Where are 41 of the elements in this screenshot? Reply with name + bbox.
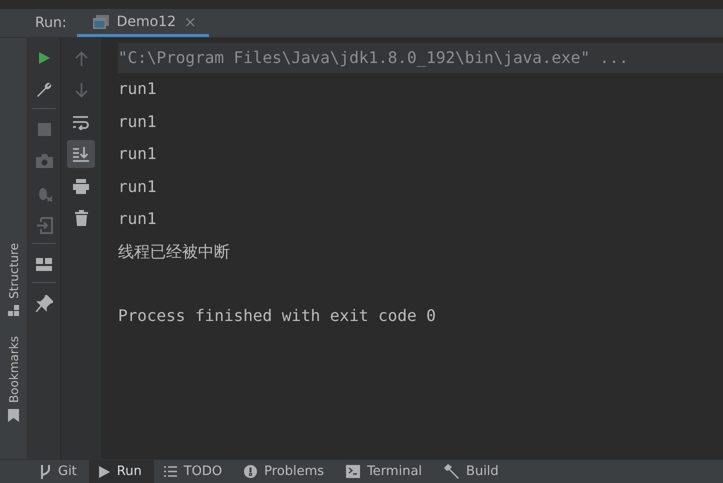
tab-label: TODO [184, 464, 222, 479]
printer-icon[interactable] [73, 178, 89, 194]
console-output: 线程已经被中断 [118, 240, 231, 262]
console-output: run1 [118, 78, 158, 100]
tab-label: Problems [264, 464, 324, 479]
tab-label: Git [58, 464, 77, 479]
wrench-icon[interactable] [36, 82, 52, 98]
run-icon [98, 466, 110, 478]
console-output: run1 [118, 176, 158, 198]
list-icon [164, 466, 177, 477]
console-output: run1 [118, 143, 158, 165]
trash-icon[interactable] [74, 210, 88, 226]
terminal-icon [346, 465, 360, 478]
console-output: Process finished with exit code 0 [118, 305, 437, 327]
branch-icon [40, 464, 51, 478]
tool-window-button[interactable]: Structure [6, 243, 20, 316]
tool-window-tab[interactable]: Run [88, 460, 154, 483]
bookmark-icon [8, 408, 19, 422]
tool-window-tab[interactable]: Terminal [336, 460, 434, 483]
tab-label: Terminal [367, 464, 422, 479]
pin-icon[interactable] [36, 294, 52, 312]
window-icon [92, 14, 109, 28]
toolbar-button[interactable] [67, 140, 95, 168]
console-output: run1 [118, 208, 158, 230]
tool-window-tab[interactable]: Git [30, 460, 89, 483]
tab-label: Build [466, 464, 499, 479]
run-icon[interactable] [37, 51, 51, 65]
tool-window-tab[interactable]: TODO [154, 460, 234, 483]
structure-icon [8, 304, 19, 316]
tool-window-tab[interactable]: Build [434, 460, 511, 483]
console-output: run1 [118, 110, 158, 132]
scroll-to-end-icon[interactable] [73, 146, 89, 162]
tab-label: Demo12 [116, 14, 176, 30]
layout-icon[interactable] [36, 258, 52, 270]
soft-wrap-icon[interactable] [73, 114, 89, 130]
tool-window-button[interactable]: Bookmarks [6, 336, 20, 422]
hammer-icon [444, 464, 460, 479]
panel-title: Run: [34, 14, 68, 33]
tool-window-tab[interactable]: Problems [234, 460, 336, 483]
warning-icon [244, 465, 258, 478]
tab-label: Run [116, 464, 142, 479]
